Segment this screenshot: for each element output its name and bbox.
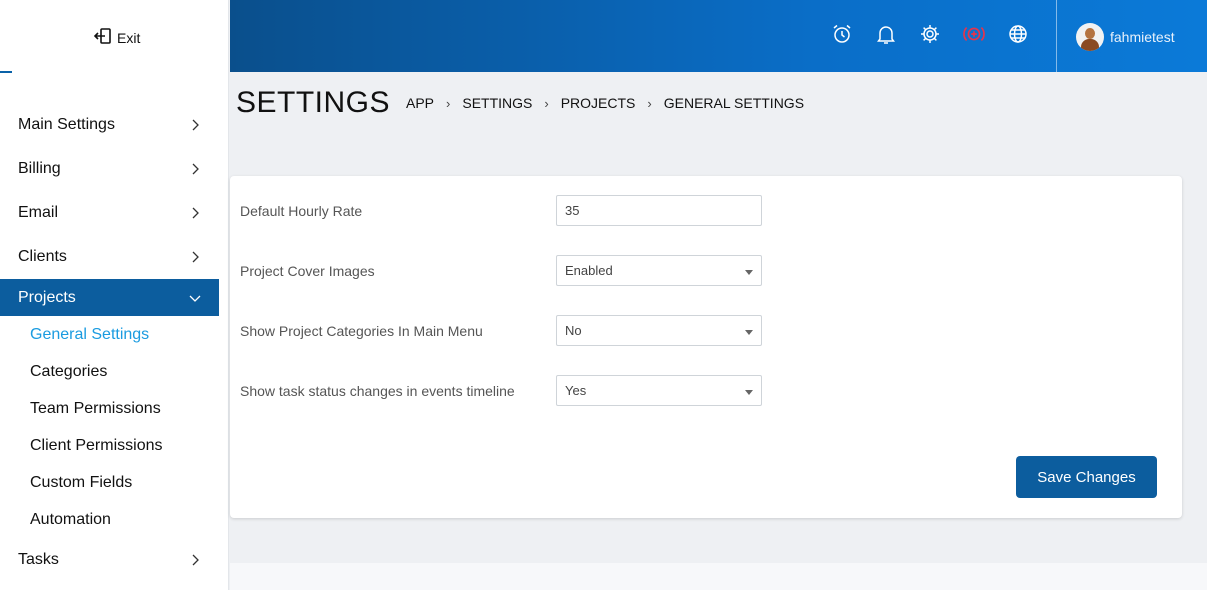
breadcrumb-item[interactable]: APP bbox=[406, 95, 434, 111]
submenu-item-general-settings[interactable]: General Settings bbox=[0, 316, 219, 353]
sidebar-item-label: Tasks bbox=[18, 551, 59, 568]
sidebar: Exit Main Settings Billing Email Clients… bbox=[0, 0, 229, 590]
submenu-item-client-permissions[interactable]: Client Permissions bbox=[0, 427, 219, 464]
chevron-down-icon bbox=[189, 295, 201, 302]
sidebar-item-label: Clients bbox=[18, 248, 67, 265]
caret-down-icon bbox=[745, 269, 753, 275]
hourly-rate-label: Default Hourly Rate bbox=[240, 203, 363, 219]
exit-label: Exit bbox=[117, 29, 141, 46]
sidebar-item-projects[interactable]: Projects bbox=[0, 279, 219, 316]
divider bbox=[1056, 0, 1057, 72]
categories-menu-label: Show Project Categories In Main Menu bbox=[240, 323, 483, 339]
chevron-right-icon bbox=[192, 119, 199, 131]
submenu-item-custom-fields[interactable]: Custom Fields bbox=[0, 464, 219, 501]
sidebar-item-email[interactable]: Email bbox=[0, 191, 219, 235]
avatar bbox=[1076, 23, 1104, 51]
submenu-item-categories[interactable]: Categories bbox=[0, 353, 219, 390]
categories-menu-select[interactable]: No bbox=[556, 315, 762, 346]
gear-icon[interactable] bbox=[918, 22, 942, 46]
submenu-item-team-permissions[interactable]: Team Permissions bbox=[0, 390, 219, 427]
sidebar-item-clients[interactable]: Clients bbox=[0, 235, 219, 279]
settings-card: Default Hourly Rate 35 Project Cover Ima… bbox=[230, 176, 1182, 518]
hourly-rate-value: 35 bbox=[565, 203, 580, 218]
chevron-right-icon bbox=[192, 251, 199, 263]
breadcrumb-item[interactable]: SETTINGS bbox=[462, 95, 532, 111]
save-button[interactable]: Save Changes bbox=[1016, 456, 1157, 498]
sidebar-item-label: Main Settings bbox=[18, 116, 115, 133]
bell-icon[interactable] bbox=[874, 22, 898, 46]
chevron-right-icon: › bbox=[647, 95, 652, 111]
chevron-right-icon: › bbox=[544, 95, 549, 111]
task-status-value: Yes bbox=[565, 383, 587, 398]
sidebar-item-label: Billing bbox=[18, 160, 61, 177]
task-status-select[interactable]: Yes bbox=[556, 375, 762, 406]
exit-icon bbox=[93, 26, 113, 49]
caret-down-icon bbox=[745, 389, 753, 395]
page-title: SETTINGS bbox=[236, 86, 391, 119]
exit-button[interactable]: Exit bbox=[93, 26, 140, 49]
sidebar-item-label: Projects bbox=[18, 288, 76, 306]
top-navbar: fahmietest bbox=[230, 0, 1207, 72]
submenu-item-automation[interactable]: Automation bbox=[0, 501, 219, 538]
sidebar-menu: Main Settings Billing Email Clients Proj… bbox=[0, 103, 219, 582]
task-status-label: Show task status changes in events timel… bbox=[240, 383, 515, 399]
hourly-rate-input[interactable]: 35 bbox=[556, 195, 762, 226]
top-icon-group bbox=[830, 22, 1030, 46]
chevron-right-icon bbox=[192, 163, 199, 175]
username: fahmietest bbox=[1110, 29, 1175, 45]
breadcrumb: APP › SETTINGS › PROJECTS › GENERAL SETT… bbox=[406, 95, 804, 111]
sidebar-item-label: Email bbox=[18, 204, 59, 221]
chevron-right-icon bbox=[192, 207, 199, 219]
sidebar-item-main-settings[interactable]: Main Settings bbox=[0, 103, 219, 147]
breadcrumb-item[interactable]: PROJECTS bbox=[561, 95, 636, 111]
sidebar-item-billing[interactable]: Billing bbox=[0, 147, 219, 191]
breadcrumb-item: GENERAL SETTINGS bbox=[663, 95, 805, 111]
cover-images-label: Project Cover Images bbox=[240, 263, 375, 279]
user-menu[interactable]: fahmietest bbox=[1076, 23, 1175, 51]
cover-images-select[interactable]: Enabled bbox=[556, 255, 762, 286]
caret-down-icon bbox=[745, 329, 753, 335]
chevron-right-icon bbox=[192, 554, 199, 566]
add-circle-icon[interactable] bbox=[962, 22, 986, 46]
alarm-clock-icon[interactable] bbox=[830, 22, 854, 46]
divider bbox=[0, 71, 12, 73]
chevron-right-icon: › bbox=[446, 95, 451, 111]
sidebar-item-tasks[interactable]: Tasks bbox=[0, 538, 219, 582]
globe-icon[interactable] bbox=[1006, 22, 1030, 46]
cover-images-value: Enabled bbox=[565, 263, 613, 278]
categories-menu-value: No bbox=[565, 323, 582, 338]
footer-area bbox=[230, 563, 1207, 590]
